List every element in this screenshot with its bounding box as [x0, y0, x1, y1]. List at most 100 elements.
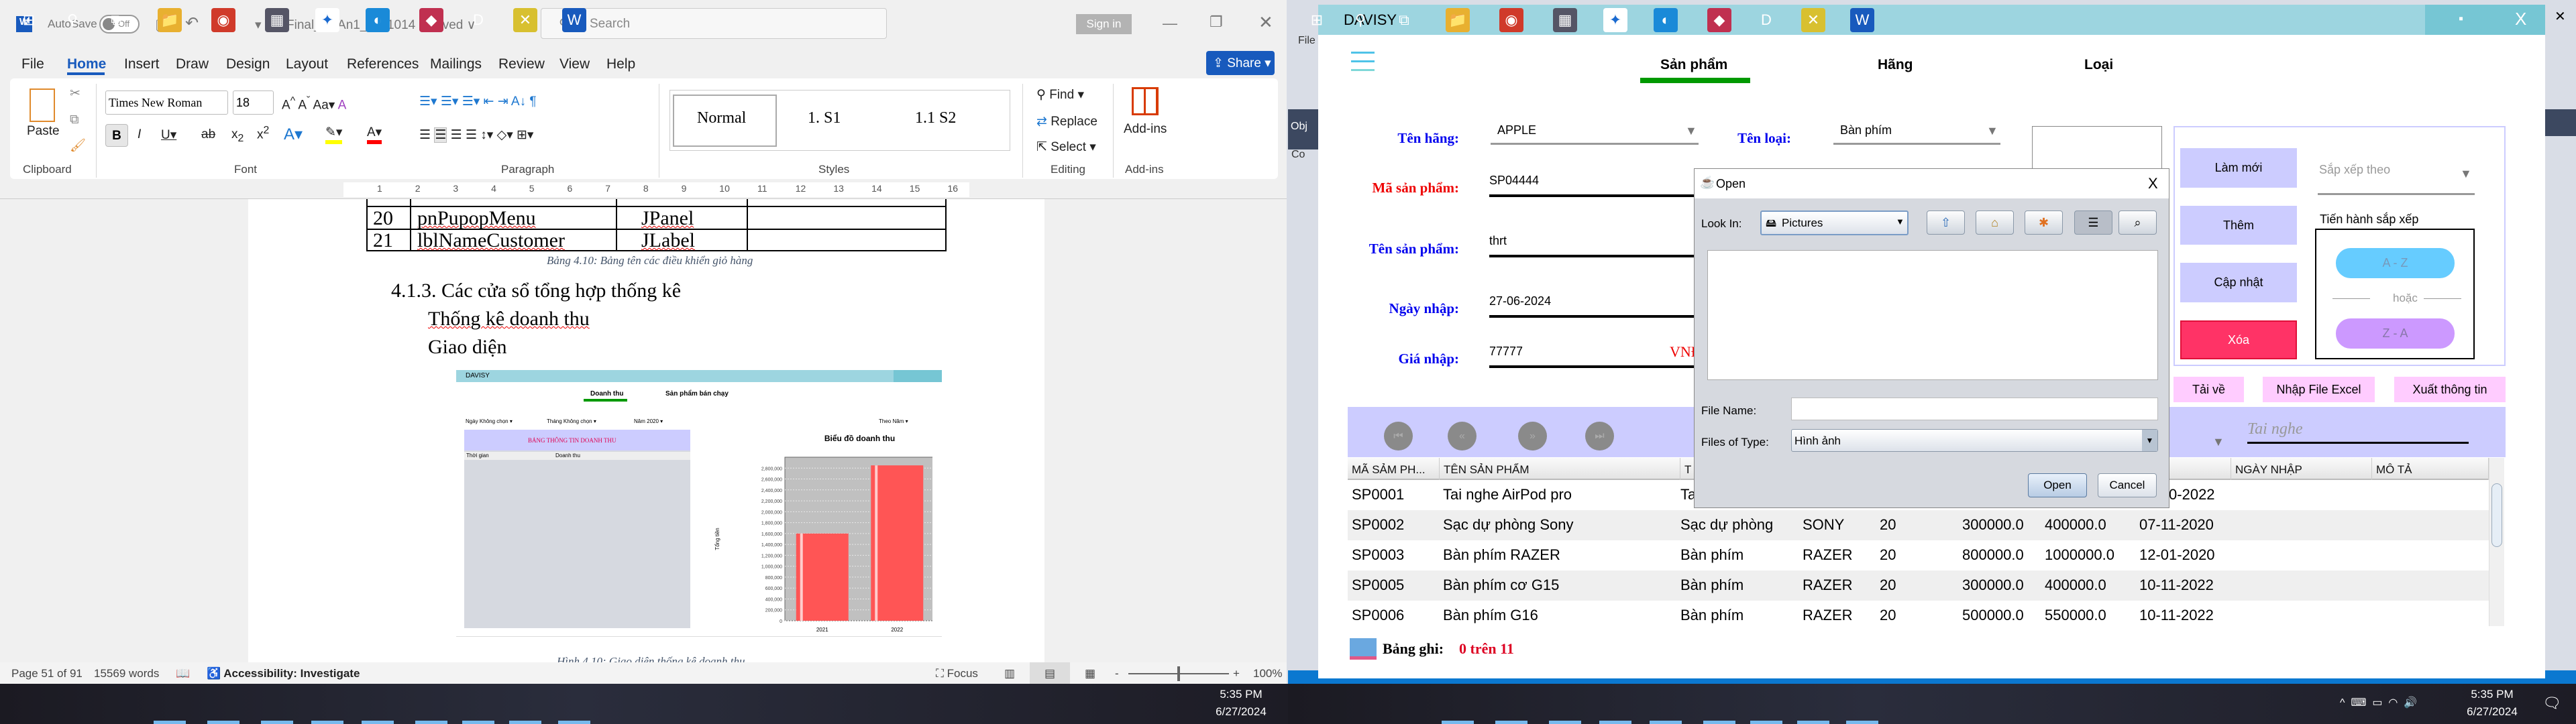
previous-record-icon[interactable]: « — [1448, 422, 1477, 450]
font-name-select[interactable]: Times New Roman — [105, 90, 228, 115]
paste-icon[interactable] — [30, 88, 55, 122]
text-effects-button[interactable]: A▾ — [284, 125, 303, 144]
subscript-button[interactable]: x2 — [231, 127, 244, 145]
clock-date[interactable]: 6/27/2024 — [1208, 705, 1275, 719]
sort-za-button[interactable]: Z - A — [2336, 318, 2455, 349]
app-minimize-button[interactable]: ▪ — [2459, 11, 2463, 27]
task-view-icon[interactable]: ⧉ — [1392, 8, 1416, 32]
bold-button[interactable]: B — [105, 124, 128, 147]
style-normal[interactable]: Normal — [697, 109, 746, 127]
column-header[interactable]: MÔ TẢ — [2372, 458, 2489, 480]
sort-combo[interactable]: Sắp xếp theo ▼ — [2318, 159, 2475, 195]
edge-icon[interactable]: ◐ — [366, 8, 390, 32]
ruler[interactable]: 1 2 3 4 5 6 7 8 9 10 11 12 13 14 15 16 — [343, 182, 969, 197]
task-view-icon[interactable]: ⧉ — [104, 8, 128, 32]
zoom-in-button[interactable]: + — [1233, 667, 1240, 680]
word-count[interactable]: 15569 words — [94, 667, 159, 680]
search-input[interactable]: Tai nghe — [2247, 420, 2302, 438]
tab-review[interactable]: Review — [498, 56, 545, 72]
ide-close-icon[interactable]: ✕ — [2555, 8, 2566, 25]
app-icon[interactable]: ✦ — [1603, 8, 1627, 32]
proofing-icon[interactable]: 📖 — [176, 667, 190, 680]
tab-help[interactable]: Help — [606, 56, 635, 72]
align-icons[interactable]: ☰ ☰ ☰ ☰ ↕▾ ◇▾ ⊞▾ — [419, 127, 533, 143]
start-icon[interactable]: ⊞ — [1305, 8, 1329, 32]
xuat-thong-tin-button[interactable]: Xuất thông tin — [2394, 377, 2506, 402]
up-one-level-button[interactable]: ⇧ — [1927, 210, 1965, 235]
search-icon[interactable]: ⚲ — [60, 8, 85, 32]
zoom-slider-thumb[interactable] — [1177, 666, 1180, 681]
superscript-button[interactable]: x2 — [257, 125, 269, 142]
tab-loai[interactable]: Loại — [2084, 57, 2113, 73]
tab-design[interactable]: Design — [226, 56, 270, 72]
app-icon[interactable]: D — [1754, 8, 1778, 32]
tab-references[interactable]: References — [347, 56, 419, 72]
find-button[interactable]: ⚲ Find ▾ — [1036, 87, 1084, 103]
tab-file[interactable]: File — [21, 56, 44, 72]
page-count[interactable]: Page 51 of 91 — [11, 667, 83, 680]
copy-icon[interactable]: ⧉ — [70, 113, 79, 127]
tai-ve-button[interactable]: Tải về — [2174, 377, 2244, 402]
app-icon[interactable]: ◆ — [1707, 8, 1731, 32]
tab-hang[interactable]: Hãng — [1878, 57, 1913, 73]
files-of-type-combo[interactable]: Hình ảnh ▼ — [1791, 429, 2158, 452]
search-icon[interactable]: ⚲ — [1348, 8, 1373, 32]
search-filter-dropdown-icon[interactable]: ▼ — [2212, 435, 2224, 449]
file-explorer-icon[interactable]: 📁 — [1446, 8, 1470, 32]
column-header[interactable]: TÊN SẢN PHẨM — [1440, 458, 1680, 480]
calculator-icon[interactable]: ▦ — [265, 8, 289, 32]
embedded-screenshot[interactable]: DAVISY Doanh thu Sản phẩm bán chạy Ngày … — [456, 370, 942, 637]
loai-combo[interactable]: Bàn phím ▼ — [1833, 120, 2000, 145]
edge-icon[interactable]: ◐ — [1654, 8, 1678, 32]
file-list[interactable] — [1707, 250, 2158, 380]
system-tray-icons[interactable]: ^ ⌨ ▭ ◠ 🔊 — [2340, 696, 2417, 709]
clock-time[interactable]: 5:35 PM — [1208, 688, 1275, 701]
zoom-out-button[interactable]: - — [1115, 667, 1119, 680]
highlight-button[interactable]: ✎▾ — [325, 125, 343, 144]
accessibility-status[interactable]: ♿ Accessibility: Investigate — [207, 667, 360, 680]
word-icon[interactable]: W — [1850, 8, 1874, 32]
dialog-close-button[interactable]: X — [2148, 175, 2158, 192]
word-icon[interactable]: W — [562, 8, 586, 32]
table-scrollbar[interactable] — [2489, 458, 2504, 626]
new-folder-button[interactable]: ✱ — [2025, 210, 2063, 235]
replace-button[interactable]: ⇄ Replace — [1036, 114, 1097, 129]
notifications-icon[interactable]: 🗨 — [2542, 695, 2561, 712]
strikethrough-button[interactable]: ab — [201, 127, 215, 142]
web-layout-icon[interactable]: ▦ — [1085, 667, 1095, 680]
minimize-icon[interactable]: — — [1163, 15, 1177, 32]
undo-icon[interactable]: ↶ — [185, 13, 199, 33]
tab-draw[interactable]: Draw — [176, 56, 209, 72]
grow-font-icon[interactable]: A^ Aˇ Aa▾ A — [282, 95, 346, 113]
ten-input[interactable]: thrt — [1489, 234, 1507, 248]
start-icon[interactable]: ⊞ — [17, 8, 41, 32]
format-painter-icon[interactable]: 🖌 — [70, 137, 86, 154]
lam-moi-button[interactable]: Làm mới — [2180, 148, 2297, 188]
sign-in-button[interactable]: Sign in — [1076, 14, 1132, 34]
sort-az-button[interactable]: A - Z — [2336, 248, 2455, 278]
select-button[interactable]: ⇱ Select ▾ — [1036, 139, 1096, 155]
tab-san-pham[interactable]: Sản phẩm — [1660, 57, 1727, 73]
zoom-level[interactable]: 100% — [1253, 667, 1282, 680]
first-record-icon[interactable]: ⏮ — [1384, 422, 1413, 450]
ma-input[interactable]: SP04444 — [1489, 174, 1539, 188]
cancel-button[interactable]: Cancel — [2098, 473, 2157, 497]
style-s2[interactable]: 1.1 S2 — [915, 109, 956, 127]
tab-view[interactable]: View — [559, 56, 590, 72]
document-page[interactable]: 20 pnPupopMenu JPanel 21 lblNameCustomer… — [248, 199, 1044, 668]
file-name-input[interactable] — [1791, 398, 2158, 420]
next-record-icon[interactable]: » — [1518, 422, 1547, 450]
calculator-icon[interactable]: ▦ — [1553, 8, 1577, 32]
restore-icon[interactable]: ❐ — [1210, 13, 1223, 31]
addins-button[interactable]: Add-ins — [1124, 122, 1167, 137]
app-icon[interactable]: ✕ — [1801, 8, 1825, 32]
home-button[interactable]: ⌂ — [1976, 210, 2014, 235]
app-close-button[interactable]: X — [2515, 9, 2526, 29]
open-button[interactable]: Open — [2028, 473, 2087, 497]
focus-button[interactable]: ⛶ Focus — [936, 667, 978, 680]
details-view-button[interactable]: ⌕ — [2118, 210, 2157, 235]
tab-layout[interactable]: Layout — [286, 56, 328, 72]
close-icon[interactable]: ✕ — [1258, 12, 1273, 33]
them-button[interactable]: Thêm — [2180, 206, 2297, 245]
clock-date[interactable]: 6/27/2024 — [2459, 705, 2526, 719]
